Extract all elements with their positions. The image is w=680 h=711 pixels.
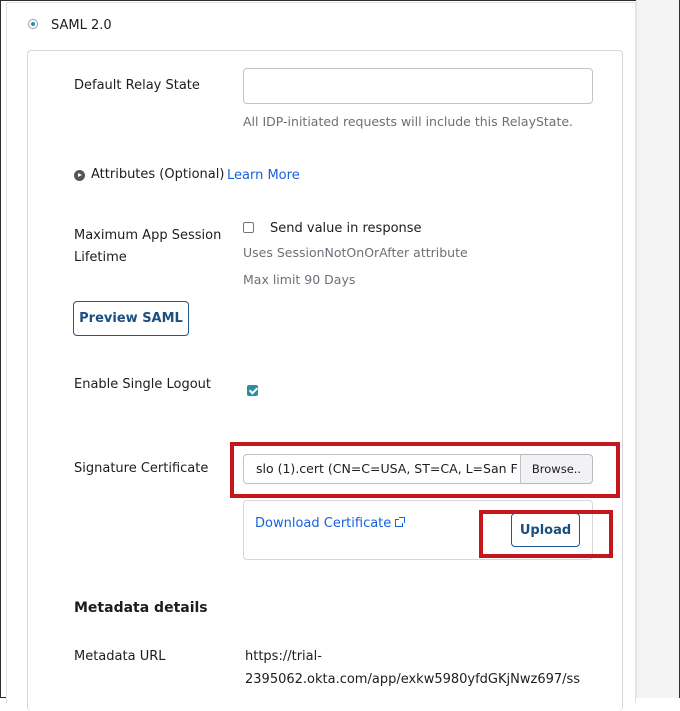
page-gutter [636, 0, 679, 698]
send-value-checkbox[interactable] [243, 222, 254, 233]
relay-state-hint: All IDP-initiated requests will include … [243, 114, 574, 129]
attributes-toggle[interactable]: Attributes (Optional) [91, 164, 224, 186]
saml-radio-button[interactable] [28, 19, 38, 29]
preview-saml-button[interactable]: Preview SAML [73, 301, 189, 336]
max-limit-hint: Max limit 90 Days [243, 272, 356, 287]
download-certificate-link[interactable]: Download Certificate [255, 516, 406, 531]
signature-certificate-label: Signature Certificate [74, 461, 209, 476]
session-lifetime-label-line2: Lifetime [74, 250, 127, 265]
download-certificate-label: Download Certificate [255, 516, 392, 531]
session-attribute-hint: Uses SessionNotOnOrAfter attribute [243, 245, 468, 260]
single-logout-checkbox[interactable] [247, 385, 258, 396]
metadata-url-line1[interactable]: https://trial- [245, 646, 322, 668]
relay-state-input[interactable] [243, 68, 593, 104]
metadata-url-label: Metadata URL [74, 649, 166, 664]
metadata-url-line2[interactable]: 2395062.okta.com/app/exkw5980yfdGKjNwz69… [245, 669, 580, 691]
metadata-section-title: Metadata details [74, 600, 208, 616]
send-value-label: Send value in response [270, 221, 422, 236]
external-link-icon [395, 517, 406, 527]
saml-option-label: SAML 2.0 [51, 18, 112, 33]
upload-highlight-box [479, 510, 613, 558]
single-logout-label: Enable Single Logout [74, 377, 212, 392]
session-lifetime-label-line1: Maximum App Session [74, 228, 222, 243]
expand-arrow-icon[interactable] [74, 170, 85, 181]
certificate-highlight-box [230, 442, 620, 498]
relay-state-label: Default Relay State [74, 78, 200, 93]
learn-more-link[interactable]: Learn More [227, 168, 300, 183]
